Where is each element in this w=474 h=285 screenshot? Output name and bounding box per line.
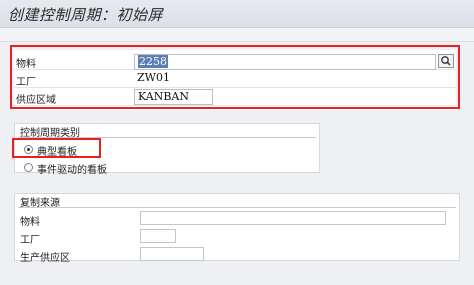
- copy-plant-row: 工厂: [18, 228, 458, 246]
- highlight-box-main: [10, 45, 460, 109]
- copy-plant-input[interactable]: [140, 229, 176, 243]
- window-title: 创建控制周期：初始屏: [8, 6, 164, 24]
- title-bar: 创建控制周期：初始屏: [0, 0, 474, 28]
- copy-material-label: 物料: [20, 217, 40, 228]
- copy-material-input[interactable]: [140, 211, 446, 225]
- highlight-box-radio: [12, 138, 101, 158]
- copy-from-divider: [18, 207, 456, 208]
- copy-supply-area-input[interactable]: [140, 247, 204, 261]
- copy-supply-area-row: 生产供应区: [18, 246, 458, 264]
- copy-supply-area-label: 生产供应区: [20, 253, 70, 264]
- event-driven-kanban-radio[interactable]: [24, 163, 33, 172]
- event-driven-kanban-label: 事件驱动的看板: [37, 165, 107, 176]
- app-toolbar: [0, 28, 474, 42]
- copy-plant-label: 工厂: [20, 235, 40, 246]
